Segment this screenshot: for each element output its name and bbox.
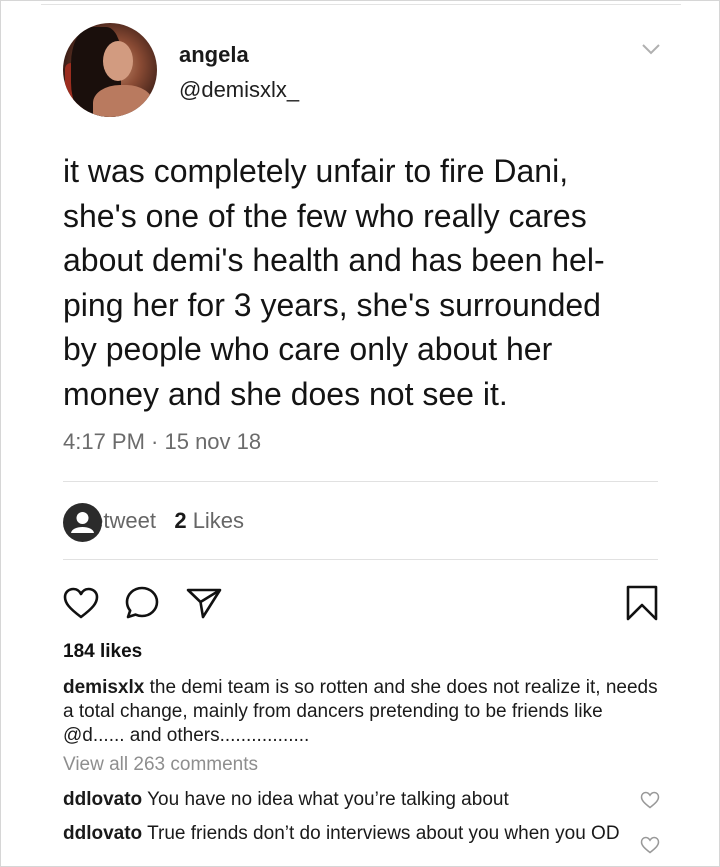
bookmark-icon[interactable] <box>625 584 659 622</box>
display-name[interactable]: angela <box>179 42 249 68</box>
caption-username[interactable]: demisxlx <box>63 677 144 698</box>
divider <box>63 481 658 482</box>
heart-icon[interactable] <box>63 587 99 619</box>
caption-text: the demi team is so rotten and she does … <box>63 677 658 746</box>
post-caption: demisxlx the demi team is so rotten and … <box>63 676 663 748</box>
likes-label[interactable]: Likes <box>193 508 244 533</box>
view-all-comments-link[interactable]: View all 263 comments <box>63 754 258 776</box>
top-divider <box>41 4 681 5</box>
tweet-text: it was completely unfair to fire Dani, s… <box>63 153 605 412</box>
comment-text: You have no idea what you’re talking abo… <box>142 789 509 810</box>
tweet-timestamp: 4:17 PM · 15 nov 18 <box>63 429 262 454</box>
likes-count-text[interactable]: 184 likes <box>63 641 142 663</box>
comment-text: True friends don’t do interviews about y… <box>142 823 620 844</box>
heart-icon[interactable] <box>640 791 660 809</box>
comment-username[interactable]: ddlovato <box>63 823 142 844</box>
avatar[interactable] <box>63 23 157 117</box>
user-handle[interactable]: @demisxlx_ <box>179 77 299 103</box>
comment-username[interactable]: ddlovato <box>63 789 142 810</box>
send-icon[interactable] <box>185 586 223 620</box>
comment-item: ddlovato You have no idea what you’re ta… <box>63 788 623 812</box>
likes-count: 2 <box>174 508 187 533</box>
comment-item: ddlovato True friends don’t do interview… <box>63 822 623 846</box>
divider <box>63 559 658 560</box>
heart-icon[interactable] <box>640 836 660 854</box>
chevron-down-icon[interactable] <box>641 41 661 57</box>
screenshot-frame: angela @demisxlx_ it was completely unfa… <box>0 0 720 867</box>
avatar-face <box>103 41 133 81</box>
avatar-shoulder <box>93 85 153 117</box>
comment-icon[interactable] <box>124 585 160 621</box>
user-icon <box>71 512 94 533</box>
user-badge[interactable] <box>63 503 102 542</box>
